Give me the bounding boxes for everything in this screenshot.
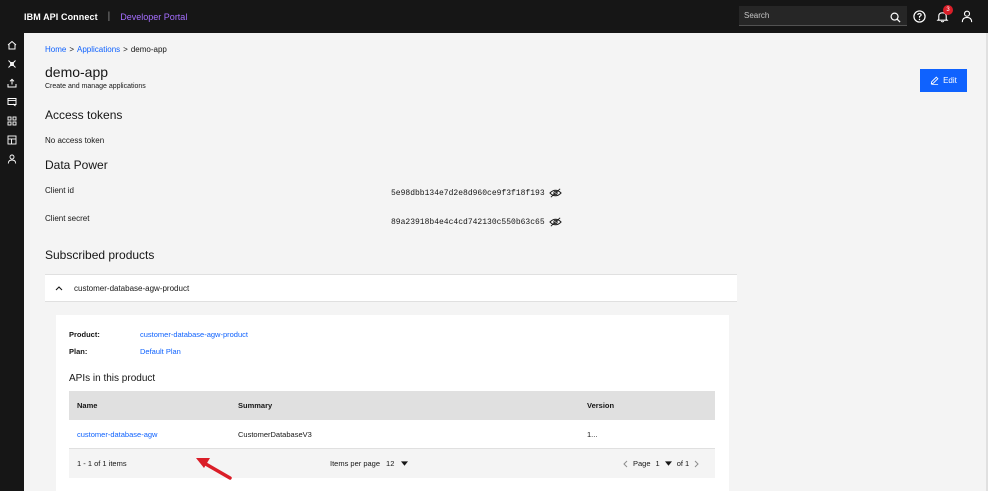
page-number[interactable]: 1 (656, 459, 660, 468)
view-off-icon[interactable] (548, 188, 562, 198)
chevron-up-icon[interactable] (55, 285, 63, 291)
help-icon[interactable] (912, 9, 927, 24)
view-off-icon[interactable] (548, 217, 562, 227)
client-id-row: 5e98dbb134e7d2e8d960ce9f3f18f193 (391, 188, 562, 198)
client-secret-row: 89a23918b4e4c4cd742130c550b63c65 (391, 217, 562, 227)
page-label: Page (633, 459, 651, 468)
apis-table: Name Summary Version customer-database-a… (69, 391, 715, 478)
edit-button-label: Edit (943, 76, 957, 85)
subscribed-products-heading: Subscribed products (45, 248, 155, 262)
api-name-link[interactable]: customer-database-agw (69, 430, 230, 439)
table-row: customer-database-agw CustomerDatabaseV3… (69, 420, 715, 449)
user-icon[interactable] (6, 153, 18, 165)
page-title: demo-app (45, 64, 109, 80)
user-profile-icon[interactable] (959, 9, 974, 24)
table-header: Name Summary Version (69, 391, 715, 420)
items-per-page: Items per page 12 (330, 459, 409, 468)
breadcrumb-home-link[interactable]: Home (45, 45, 66, 54)
product-link[interactable]: customer-database-agw-product (140, 330, 248, 339)
top-header: IBM API Connect | Developer Portal 3 (0, 0, 988, 33)
search-input[interactable] (739, 11, 879, 20)
breadcrumb-separator: > (69, 45, 75, 54)
search-bar[interactable] (739, 6, 907, 26)
explore-api-icon[interactable] (6, 58, 18, 70)
items-per-page-value: 12 (386, 459, 395, 468)
breadcrumb-applications-link[interactable]: Applications (77, 45, 120, 54)
column-header-version[interactable]: Version (579, 401, 715, 410)
client-secret-value: 89a23918b4e4c4cd742130c550b63c65 (391, 217, 545, 227)
api-summary: CustomerDatabaseV3 (238, 429, 312, 439)
chevron-right-icon[interactable] (694, 460, 700, 468)
edit-pencil-icon (930, 76, 939, 85)
main-content: Home > Applications > demo-app demo-app … (24, 33, 988, 491)
page-of: of 1 (676, 459, 690, 468)
brand-separator: | (107, 11, 111, 22)
notification-badge: 3 (943, 5, 953, 15)
left-sidebar (0, 33, 24, 491)
client-id-value: 5e98dbb134e7d2e8d960ce9f3f18f193 (391, 188, 545, 198)
client-id-label: Client id (45, 186, 74, 195)
plan-label: Plan: (69, 347, 88, 356)
caret-down-icon (401, 461, 409, 466)
apps-window-icon[interactable] (6, 96, 18, 108)
apis-in-product-heading: APIs in this product (69, 373, 156, 384)
brand-name[interactable]: IBM API Connect (24, 12, 98, 22)
access-tokens-heading: Access tokens (45, 108, 123, 122)
column-header-name[interactable]: Name (69, 401, 230, 410)
upload-icon[interactable] (6, 77, 18, 89)
page-selector: Page 1 of 1 (622, 459, 700, 468)
dashboard-icon[interactable] (6, 134, 18, 146)
data-power-heading: Data Power (45, 158, 108, 172)
plan-link[interactable]: Default Plan (140, 347, 181, 356)
chevron-left-icon[interactable] (622, 460, 628, 468)
breadcrumb: Home > Applications > demo-app (45, 45, 167, 54)
product-details-panel: Product: customer-database-agw-product P… (56, 315, 729, 491)
search-icon[interactable] (890, 10, 901, 28)
table-pagination: 1 - 1 of 1 items Items per page 12 Page … (69, 449, 715, 478)
api-version: 1... (587, 429, 598, 439)
caret-down-icon[interactable] (664, 461, 672, 466)
home-icon[interactable] (6, 39, 18, 51)
breadcrumb-separator: > (123, 45, 128, 54)
page-subtitle: Create and manage applications (45, 83, 146, 90)
client-secret-label: Client secret (45, 214, 90, 223)
product-accordion-header[interactable]: customer-database-agw-product (45, 274, 737, 302)
edit-button[interactable]: Edit (920, 69, 967, 92)
product-label: Product: (69, 330, 100, 339)
items-per-page-select[interactable]: 12 (386, 459, 409, 468)
no-access-token-text: No access token (45, 136, 105, 145)
accordion-title: customer-database-agw-product (74, 283, 190, 293)
product-name[interactable]: Developer Portal (120, 12, 187, 22)
breadcrumb-current: demo-app (130, 45, 167, 54)
items-per-page-label: Items per page (330, 459, 381, 468)
red-annotation-arrow (196, 458, 232, 480)
pagination-range: 1 - 1 of 1 items (77, 459, 127, 468)
products-grid-icon[interactable] (6, 115, 18, 127)
column-header-summary[interactable]: Summary (230, 401, 579, 410)
